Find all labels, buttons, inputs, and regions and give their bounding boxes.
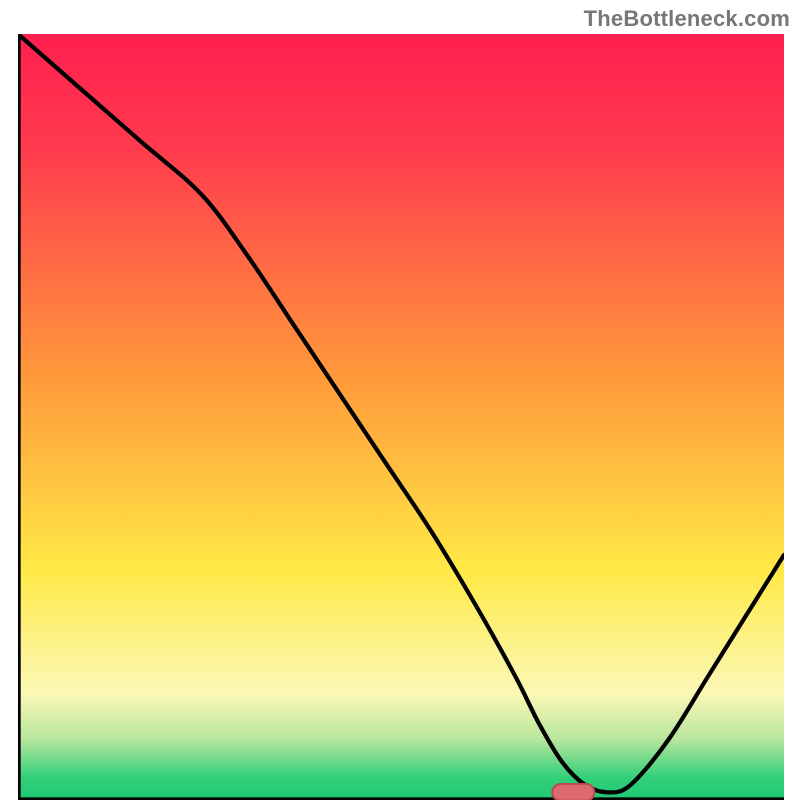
chart-frame: TheBottleneck.com (0, 0, 800, 800)
optimal-marker (18, 34, 784, 800)
watermark-label: TheBottleneck.com (584, 6, 790, 32)
plot-area (18, 34, 784, 778)
